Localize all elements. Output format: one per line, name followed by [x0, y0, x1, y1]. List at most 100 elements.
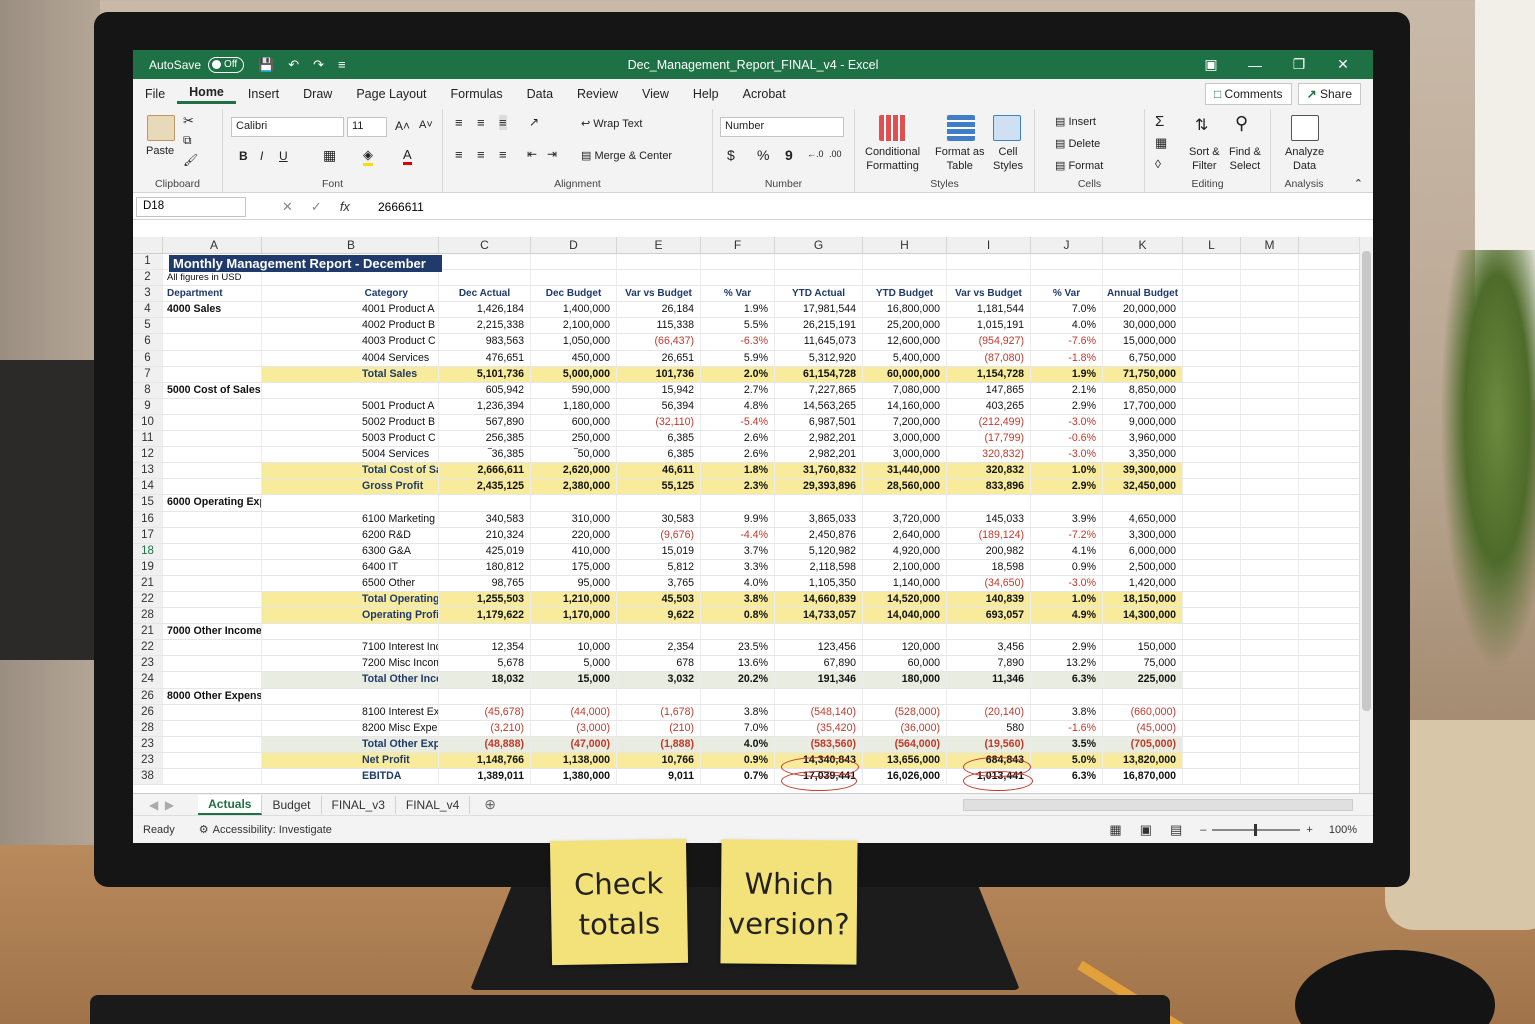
row-header[interactable]: 9 — [133, 398, 163, 414]
cell-value[interactable] — [1183, 672, 1241, 688]
cell-value[interactable]: 191,346 — [775, 672, 863, 688]
cell-value[interactable]: 1,400,000 — [531, 302, 617, 318]
increase-decimal-icon[interactable]: ←.0 — [807, 149, 824, 159]
cell-value[interactable]: 6,987,501 — [775, 414, 863, 431]
cell-value[interactable] — [531, 624, 617, 640]
menu-tab-data[interactable]: Data — [515, 87, 565, 101]
row-header[interactable]: 12 — [133, 447, 163, 463]
row-header[interactable]: 17 — [133, 527, 163, 543]
italic-icon[interactable]: I — [260, 149, 263, 163]
cell-value[interactable] — [775, 270, 863, 286]
cell-value[interactable]: 14,733,057 — [775, 608, 863, 624]
cell-department[interactable]: Department — [163, 286, 262, 302]
cell-department[interactable]: 6000 Operating Expenses — [163, 495, 262, 511]
cell-category[interactable]: 6400 IT — [262, 559, 439, 575]
cell-value[interactable]: 6,000,000 — [1103, 543, 1183, 559]
cell-value[interactable]: 2,982,201 — [775, 431, 863, 447]
cell-value[interactable] — [1183, 431, 1241, 447]
cell-value[interactable]: 2,982,201 — [775, 447, 863, 463]
cell-value[interactable]: 13.6% — [701, 656, 775, 672]
cell-category[interactable]: Total Other Income — [262, 672, 439, 688]
cell-value[interactable] — [1183, 447, 1241, 463]
analyze-data-button[interactable]: Analyze Data — [1285, 145, 1324, 173]
cell-value[interactable] — [1241, 318, 1299, 334]
cell-value[interactable]: 7.0% — [701, 720, 775, 736]
cell-value[interactable]: -1.8% — [1031, 350, 1103, 366]
cell-category[interactable]: Operating Profit — [262, 608, 439, 624]
cell-value[interactable]: 2,500,000 — [1103, 559, 1183, 575]
cell-value[interactable]: 2,435,125 — [439, 479, 531, 495]
conditional-formatting-button[interactable]: Conditional Formatting — [865, 145, 920, 173]
cell-value[interactable]: 2,666,611 — [439, 463, 531, 479]
format-as-table-icon[interactable] — [947, 115, 975, 141]
zoom-slider[interactable] — [1212, 823, 1301, 836]
cell-category[interactable]: EBITDA — [262, 769, 439, 785]
cell-value[interactable]: (954,927) — [947, 334, 1031, 350]
minimize-button[interactable]: — — [1233, 57, 1277, 73]
cell-department[interactable] — [163, 704, 262, 720]
menu-tab-file[interactable]: File — [133, 87, 177, 101]
cell-value[interactable]: 6,385 — [617, 447, 701, 463]
format-as-table-button[interactable]: Format as Table — [935, 145, 985, 173]
cell-value[interactable]: 32,450,000 — [1103, 479, 1183, 495]
cell-value[interactable]: 1.9% — [1031, 366, 1103, 382]
cell-category[interactable]: Category — [262, 286, 439, 302]
cell-value[interactable] — [1183, 254, 1241, 270]
cell-value[interactable] — [947, 495, 1031, 511]
menu-tab-help[interactable]: Help — [681, 87, 731, 101]
cell-value[interactable]: (3,000) — [531, 720, 617, 736]
cell-value[interactable] — [1241, 414, 1299, 431]
cell-value[interactable] — [947, 688, 1031, 704]
accessibility-status[interactable]: Accessibility: Investigate — [213, 824, 332, 836]
merge-center-button[interactable]: ▤ Merge & Center — [581, 149, 672, 162]
cell-value[interactable] — [1241, 640, 1299, 656]
delete-cells-button[interactable]: ▤ Delete — [1055, 137, 1100, 150]
cell-value[interactable]: (212,499) — [947, 414, 1031, 431]
cell-styles-icon[interactable] — [993, 115, 1021, 141]
cell-value[interactable]: 13,820,000 — [1103, 752, 1183, 768]
cell-value[interactable]: 1,154,728 — [947, 366, 1031, 382]
conditional-formatting-icon[interactable] — [879, 115, 907, 141]
cell-value[interactable]: 1,380,000 — [531, 769, 617, 785]
cell-value[interactable] — [617, 688, 701, 704]
column-header-a[interactable]: A — [163, 237, 262, 253]
row-header[interactable]: 16 — [133, 511, 163, 527]
cell-value[interactable]: 11,346 — [947, 672, 1031, 688]
cell-category[interactable]: 8100 Interest Expense — [262, 704, 439, 720]
cell-value[interactable]: 95,000 — [531, 575, 617, 591]
cell-value[interactable]: 2.9% — [1031, 640, 1103, 656]
row-header[interactable]: 23 — [133, 736, 163, 752]
cell-value[interactable]: 60,000,000 — [863, 366, 947, 382]
cell-value[interactable] — [1183, 350, 1241, 366]
collapse-ribbon-icon[interactable]: ⌃ — [1354, 177, 1363, 190]
cell-value[interactable]: 13,656,000 — [863, 752, 947, 768]
cell-value[interactable]: 14,520,000 — [863, 591, 947, 608]
cell-department[interactable] — [163, 447, 262, 463]
cell-value[interactable]: 120,000 — [863, 640, 947, 656]
cell-value[interactable]: 16,870,000 — [1103, 769, 1183, 785]
horizontal-scrollbar[interactable] — [963, 798, 1353, 811]
cell-department[interactable] — [163, 736, 262, 752]
cell-value[interactable]: 14,660,839 — [775, 591, 863, 608]
cell-value[interactable]: 833,896 — [947, 479, 1031, 495]
cell-value[interactable]: (210) — [617, 720, 701, 736]
row-header[interactable]: 2 — [133, 270, 163, 286]
cell-category[interactable]: Gross Profit — [262, 479, 439, 495]
cell-value[interactable]: 3,000,000 — [863, 447, 947, 463]
cell-value[interactable] — [863, 270, 947, 286]
cell-value[interactable] — [531, 688, 617, 704]
cell-value[interactable]: 145,033 — [947, 511, 1031, 527]
cell-value[interactable] — [1103, 688, 1183, 704]
report-title[interactable]: Monthly Management Report - December — [169, 255, 442, 272]
cancel-icon[interactable]: ✕ — [282, 199, 293, 215]
cell-value[interactable]: 1,015,191 — [947, 318, 1031, 334]
cell-value[interactable]: Dec Budget — [531, 286, 617, 302]
row-header[interactable]: 3 — [133, 286, 163, 302]
align-bottom-icon[interactable]: ≡ — [499, 115, 507, 130]
align-left-icon[interactable]: ≡ — [455, 147, 463, 162]
cell-value[interactable]: 450,000 — [531, 350, 617, 366]
cell-value[interactable]: 30,583 — [617, 511, 701, 527]
cell-value[interactable]: 3,000,000 — [863, 431, 947, 447]
redo-icon[interactable]: ↷ — [313, 57, 324, 73]
row-header[interactable]: 28 — [133, 608, 163, 624]
